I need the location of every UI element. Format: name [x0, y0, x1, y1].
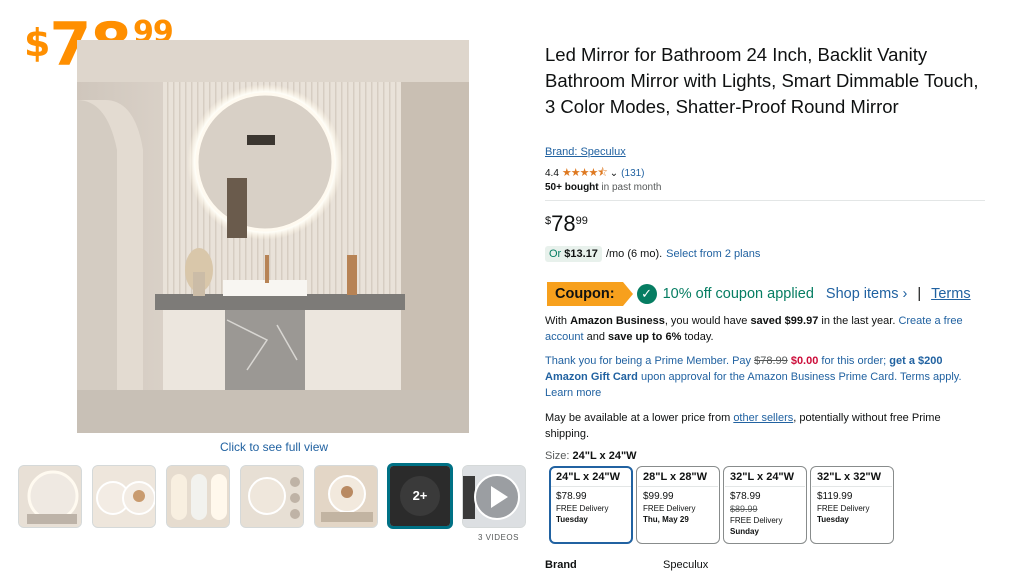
chevron-down-icon[interactable]: ⌄	[610, 168, 618, 179]
price-whole: 78	[551, 211, 576, 236]
monthly-plans: Or $13.17 /mo (6 mo). Select from 2 plan…	[545, 246, 760, 262]
spec-row-brand: Brand Speculux	[545, 559, 708, 571]
size-option-32x32[interactable]: 32"L x 32"W $119.99 FREE Delivery Tuesda…	[810, 466, 894, 544]
video-play-icon	[463, 466, 525, 527]
size-option-24x24[interactable]: 24"L x 24"W $78.99 FREE Delivery Tuesday	[549, 466, 633, 544]
shop-items-link[interactable]: Shop items ›	[826, 286, 907, 302]
spec-key: Brand	[545, 559, 577, 571]
business-text-2: , you would have	[664, 315, 751, 327]
other-sellers-link[interactable]: other sellers	[733, 412, 793, 424]
size-option-delivery-day: Tuesday	[556, 515, 588, 524]
size-option-dimension: 28"L x 28"W	[638, 471, 718, 487]
size-option-delivery-day: Sunday	[730, 527, 759, 536]
size-option-old-price: $89.99	[730, 504, 758, 514]
divider	[545, 200, 985, 201]
size-option-dimension: 32"L x 24"W	[725, 471, 805, 487]
brand-link[interactable]: Brand: Speculux	[545, 146, 626, 158]
size-option-price: $119.99	[817, 491, 853, 502]
prime-text-1: Thank you for being a Prime Member. Pay	[545, 355, 755, 367]
business-saved-amount: saved $99.97	[750, 315, 819, 327]
size-option-delivery-day: Tuesday	[817, 515, 849, 524]
coupon-separator: |	[917, 286, 922, 302]
thumbnail-4[interactable]	[240, 465, 304, 528]
bought-suffix: in past month	[598, 182, 662, 193]
bathroom-illustration	[77, 40, 469, 433]
size-option-28x28[interactable]: 28"L x 28"W $99.99 FREE Delivery Thu, Ma…	[636, 466, 720, 544]
size-option-delivery-day: Thu, May 29	[643, 515, 689, 524]
videos-count-label: 3 VIDEOS	[478, 533, 519, 542]
business-text-3: in the last year.	[818, 315, 899, 327]
amazon-business-savings: With Amazon Business, you would have sav…	[545, 313, 985, 345]
select-plans-link[interactable]: Select from 2 plans	[666, 248, 760, 260]
coupon-badge: Coupon:	[547, 282, 633, 306]
prime-card-offer[interactable]: Thank you for being a Prime Member. Pay …	[545, 353, 985, 401]
prime-zero-price: $0.00	[787, 355, 819, 367]
business-save-percent: save up to 6%	[608, 331, 682, 343]
sellers-text-1: May be available at a lower price from	[545, 412, 734, 424]
size-option-delivery: FREE Delivery	[556, 504, 609, 513]
size-option-price: $78.99	[730, 491, 761, 502]
price-fraction: 99	[575, 215, 588, 227]
thumbnail-5[interactable]	[314, 465, 378, 528]
prime-text-2: for this order;	[818, 355, 890, 367]
coupon-terms-link[interactable]: Terms	[931, 286, 970, 302]
monthly-payment-pill: Or $13.17	[545, 246, 602, 262]
review-count-link[interactable]: (131)	[621, 168, 644, 179]
thumbnail-lifestyle-image	[315, 466, 377, 527]
more-images-label: 2+	[412, 488, 428, 503]
business-text-5: today.	[681, 331, 714, 343]
thumbnail-3[interactable]	[166, 465, 230, 528]
thumbnail-1[interactable]	[18, 465, 82, 528]
business-text-4: and	[583, 331, 608, 343]
full-view-link[interactable]: Click to see full view	[220, 440, 328, 454]
size-selected-value: 24"L x 24"W	[572, 450, 637, 462]
coupon-row: Coupon: ✓ 10% off coupon applied Shop it…	[547, 282, 971, 306]
size-option-delivery: FREE Delivery	[817, 504, 870, 513]
bought-count: 50+ bought	[545, 182, 599, 193]
plan-suffix: /mo (6 mo).	[605, 248, 663, 260]
overlay-price-currency: $	[24, 21, 50, 65]
business-text-1: With	[545, 315, 571, 327]
thumbnail-2[interactable]	[92, 465, 156, 528]
thumbnail-mirror-modes-image	[167, 466, 229, 527]
thumbnail-round-mirror-image	[19, 466, 81, 527]
size-option-price: $78.99	[556, 491, 587, 502]
rating-row[interactable]: 4.4 ★★★★⯪ ⌄ (131)	[545, 164, 645, 183]
size-option-price: $99.99	[643, 491, 674, 502]
star-rating-icon: ★★★★⯪	[561, 167, 608, 179]
plan-prefix: Or	[549, 248, 565, 260]
business-name: Amazon Business	[570, 315, 665, 327]
spec-value: Speculux	[663, 559, 709, 571]
size-option-32x24[interactable]: 32"L x 24"W $78.99 $89.99 FREE Delivery …	[723, 466, 807, 544]
main-product-image[interactable]	[77, 40, 469, 433]
size-option-dimension: 32"L x 32"W	[812, 471, 892, 487]
thumbnail-woman-mirror-image	[93, 466, 155, 527]
thumbnail-video[interactable]	[462, 465, 526, 528]
size-label-prefix: Size:	[545, 450, 573, 462]
thumbnail-features-image	[241, 466, 303, 527]
product-price: $ 78 99	[545, 212, 588, 236]
coupon-applied-text: 10% off coupon applied	[662, 286, 814, 302]
checkmark-icon: ✓	[636, 284, 657, 304]
plan-amount: $13.17	[564, 248, 598, 260]
size-option-dimension: 24"L x 24"W	[551, 471, 631, 487]
size-option-delivery: FREE Delivery	[643, 504, 696, 513]
product-title: Led Mirror for Bathroom 24 Inch, Backlit…	[545, 44, 979, 117]
other-sellers-note: May be available at a lower price from o…	[545, 410, 985, 442]
prime-strike-price: $78.99	[754, 355, 788, 367]
thumbnail-more[interactable]: 2+	[387, 463, 453, 529]
bought-in-past-month: 50+ bought in past month	[545, 182, 661, 193]
rating-value: 4.4	[545, 168, 559, 179]
size-label: Size: 24"L x 24"W	[545, 450, 637, 462]
size-option-delivery: FREE Delivery	[730, 516, 783, 525]
